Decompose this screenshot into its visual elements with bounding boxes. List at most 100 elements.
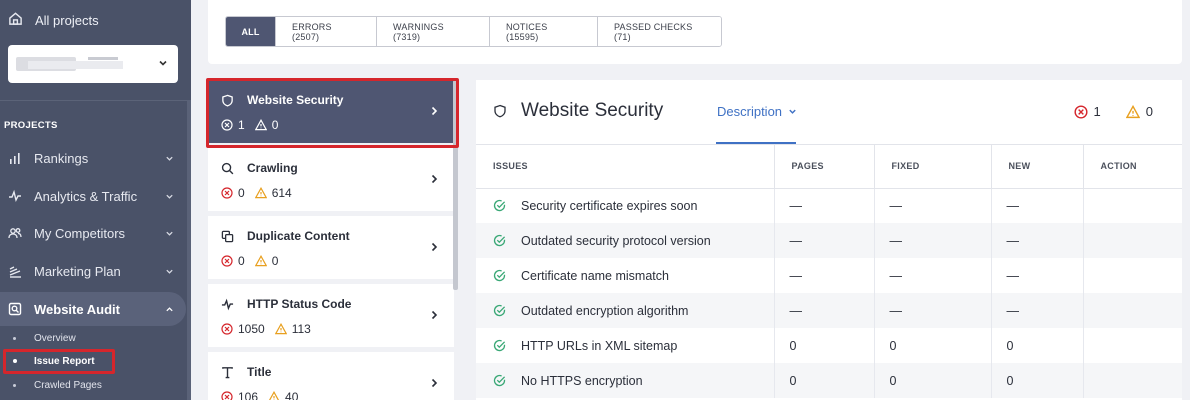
sub-nav-crawled-pages[interactable]: Crawled Pages [0, 375, 186, 395]
issues-table: ISSUES PAGES FIXED NEW ACTION Security c… [476, 145, 1182, 398]
fixed-cell[interactable]: 0 [874, 363, 992, 398]
check-circle-icon [493, 200, 506, 212]
description-tab[interactable]: Description [716, 80, 796, 144]
sub-nav-label: Overview [34, 332, 76, 344]
column-header-issues[interactable]: ISSUES [476, 145, 775, 189]
detail-header: Website Security Description 1 0 [476, 80, 1182, 144]
new-cell[interactable]: 0 [991, 328, 1084, 363]
chevron-right-icon [431, 378, 438, 388]
issue-name[interactable]: Outdated encryption algorithm [521, 304, 688, 318]
issue-name[interactable]: Certificate name mismatch [521, 269, 669, 283]
column-header-action[interactable]: ACTION [1083, 145, 1182, 189]
table-row[interactable]: Security certificate expires soon — — — [476, 188, 1182, 223]
chevron-right-icon [431, 310, 438, 320]
column-header-new[interactable]: NEW [991, 145, 1084, 189]
fixed-cell: — [874, 223, 992, 258]
warning-count-value: 614 [271, 186, 292, 200]
table-row[interactable]: HTTP URLs in XML sitemap 0 0 0 [476, 328, 1182, 363]
nav-website-audit[interactable]: Website Audit [0, 292, 186, 326]
action-cell [1083, 223, 1182, 258]
chevron-down-icon [166, 156, 173, 161]
chevron-down-icon [166, 231, 173, 236]
error-icon [221, 255, 233, 267]
new-cell: — [991, 293, 1084, 328]
project-select[interactable] [8, 45, 178, 83]
detail-counts: 1 0 [1073, 104, 1153, 119]
sub-nav-issue-report[interactable]: Issue Report [0, 351, 186, 371]
table-row[interactable]: Outdated security protocol version — — — [476, 223, 1182, 258]
issue-name[interactable]: HTTP URLs in XML sitemap [521, 339, 677, 353]
issue-cell: Outdated security protocol version [476, 223, 775, 258]
tab-errors[interactable]: ERRORS (2507) [276, 17, 377, 46]
nav-my-competitors[interactable]: My Competitors [0, 216, 186, 250]
issue-detail-panel: Website Security Description 1 0 ISSUES … [476, 80, 1182, 400]
tab-passed-checks[interactable]: PASSED CHECKS (71) [598, 17, 721, 46]
nav-label: Website Audit [34, 301, 120, 317]
error-count-value: 0 [238, 254, 245, 268]
table-row[interactable]: Certificate name mismatch — — — [476, 258, 1182, 293]
copy-icon [221, 230, 234, 242]
issue-name[interactable]: Outdated security protocol version [521, 234, 711, 248]
pages-cell: — [774, 258, 875, 293]
check-circle-icon [493, 304, 506, 317]
nav-label: Marketing Plan [34, 263, 121, 279]
project-url-redacted [28, 61, 123, 69]
nav-marketing-plan[interactable]: Marketing Plan [0, 254, 186, 288]
issue-name[interactable]: No HTTPS encryption [521, 374, 643, 388]
error-icon [221, 323, 233, 335]
warning-icon [274, 323, 287, 335]
nav-label: Analytics & Traffic [34, 188, 138, 204]
audit-icon [8, 302, 22, 316]
warning-icon [1125, 104, 1140, 118]
category-title-tags[interactable]: Title 106 40 [208, 352, 454, 400]
issue-cell: Certificate name mismatch [476, 258, 775, 293]
warning-count: 0 [254, 254, 278, 268]
shield-icon [494, 104, 506, 118]
pages-cell: — [774, 293, 875, 328]
tab-all[interactable]: ALL [226, 17, 276, 46]
issue-cell: Outdated encryption algorithm [476, 293, 775, 328]
issue-name[interactable]: Security certificate expires soon [521, 199, 697, 213]
category-title: Duplicate Content [221, 229, 350, 243]
bullet [13, 337, 16, 340]
category-http-status-code[interactable]: HTTP Status Code 1050 113 [208, 284, 454, 347]
tab-notices[interactable]: NOTICES (15595) [490, 17, 598, 46]
column-header-fixed[interactable]: FIXED [874, 145, 992, 189]
column-header-pages[interactable]: PAGES [774, 145, 875, 189]
new-cell: — [991, 223, 1084, 258]
description-toggle[interactable]: Description [717, 104, 797, 119]
new-cell: — [991, 188, 1084, 223]
category-title: HTTP Status Code [221, 297, 351, 311]
pages-cell: — [774, 188, 875, 223]
category-crawling[interactable]: Crawling 0 614 [208, 148, 454, 211]
error-icon [221, 187, 233, 199]
error-count: 0 [221, 254, 245, 268]
pages-cell[interactable]: 0 [774, 328, 875, 363]
all-projects-link[interactable]: All projects [8, 10, 99, 30]
chevron-down-icon [159, 60, 167, 66]
table-row[interactable]: Outdated encryption algorithm — — — [476, 293, 1182, 328]
plan-icon [8, 264, 22, 278]
category-label: Crawling [247, 161, 298, 175]
warning-icon [254, 119, 267, 131]
category-title: Website Security [221, 93, 343, 107]
pages-cell[interactable]: 0 [774, 363, 875, 398]
category-list-scrollbar[interactable] [453, 80, 458, 290]
category-website-security[interactable]: Website Security 1 0 [208, 80, 454, 143]
nav-rankings[interactable]: Rankings [0, 141, 186, 175]
chevron-down-icon [166, 269, 173, 274]
chevron-right-icon [431, 106, 438, 116]
fixed-cell[interactable]: 0 [874, 328, 992, 363]
table-row[interactable]: No HTTPS encryption 0 0 0 [476, 363, 1182, 398]
nav-analytics-traffic[interactable]: Analytics & Traffic [0, 179, 186, 213]
sub-nav-label: Issue Report [34, 355, 95, 367]
new-cell[interactable]: 0 [991, 363, 1084, 398]
sidebar-scrollbar[interactable] [187, 100, 191, 400]
issue-cell: No HTTPS encryption [476, 363, 775, 398]
category-duplicate-content[interactable]: Duplicate Content 0 0 [208, 216, 454, 279]
fixed-cell: — [874, 293, 992, 328]
users-icon [8, 226, 22, 240]
sub-nav-overview[interactable]: Overview [0, 328, 186, 348]
tab-warnings[interactable]: WARNINGS (7319) [377, 17, 490, 46]
category-counts: 0 0 [221, 254, 288, 268]
